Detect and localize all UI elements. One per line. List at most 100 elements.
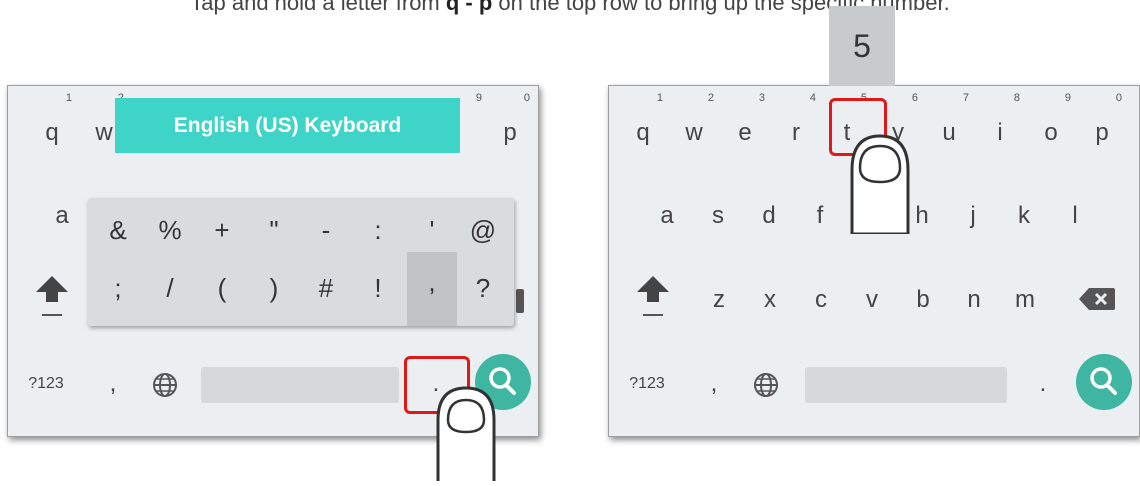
key-d[interactable]: d: [743, 186, 795, 246]
key-x[interactable]: x: [744, 270, 796, 330]
key-u-label: u: [942, 119, 956, 146]
shift-icon[interactable]: [633, 274, 673, 324]
key-i-label: i: [997, 119, 1003, 146]
key-p-label: p: [1095, 119, 1109, 146]
popup-key-close-paren[interactable]: ): [249, 258, 299, 318]
key-j-label: j: [970, 202, 976, 229]
key-e-label: e: [738, 119, 752, 146]
popup-key-semicolon[interactable]: ;: [93, 258, 143, 318]
key-m-label: m: [1015, 286, 1035, 313]
key-o[interactable]: o9: [1025, 92, 1077, 163]
key-r-hint: 4: [809, 92, 816, 104]
key-u[interactable]: u7: [923, 92, 975, 163]
instruction-caption: Tap and hold a letter from q - p on the …: [0, 0, 1140, 20]
spacebar[interactable]: [201, 367, 399, 403]
key-l-label: l: [1072, 202, 1078, 229]
key-w[interactable]: w2: [668, 92, 720, 163]
key-q[interactable]: q 1: [26, 92, 78, 163]
key-o-hint: 9: [1064, 92, 1071, 104]
key-m[interactable]: m: [999, 270, 1051, 330]
key-period-label: .: [1039, 370, 1047, 397]
key-s[interactable]: s: [692, 186, 744, 246]
key-comma-label: ,: [710, 370, 718, 397]
key-q-hint: 1: [656, 92, 663, 104]
backspace-icon[interactable]: [1077, 284, 1117, 314]
key-w-hint: 2: [707, 92, 714, 104]
key-a[interactable]: a: [36, 186, 88, 246]
popup-key-apostrophe[interactable]: ': [407, 200, 457, 260]
popup-key-comma-selected[interactable]: ,: [407, 252, 457, 326]
key-z-label: z: [713, 286, 725, 313]
key-r-label: r: [792, 119, 800, 146]
popup-key-question[interactable]: ?: [458, 258, 508, 318]
key-o-hint: 9: [475, 92, 482, 104]
key-d-label: d: [762, 202, 776, 229]
key-k[interactable]: k: [998, 186, 1050, 246]
key-p-label: p: [503, 119, 517, 146]
key-i-hint: 8: [1013, 92, 1020, 104]
key-b-label: b: [916, 286, 930, 313]
key-b[interactable]: b: [897, 270, 949, 330]
key-z[interactable]: z: [693, 270, 745, 330]
key-q-label: q: [45, 119, 59, 146]
caption-prefix: Tap and hold a letter from: [190, 0, 446, 15]
key-q-label: q: [636, 119, 650, 146]
key-p-hint: 0: [1115, 92, 1122, 104]
key-e[interactable]: e3: [719, 92, 771, 163]
finger-icon: [432, 380, 502, 481]
popup-key-hash[interactable]: #: [301, 258, 351, 318]
key-comma[interactable]: ,: [98, 354, 128, 414]
key-symbols[interactable]: ?123: [617, 354, 677, 414]
key-i[interactable]: i8: [974, 92, 1026, 163]
finger-icon: [840, 128, 920, 236]
key-v-label: v: [866, 286, 878, 313]
shift-icon[interactable]: [32, 274, 72, 324]
number-popup: 5: [829, 6, 895, 86]
key-comma-label: ,: [109, 370, 117, 397]
popup-key-slash[interactable]: /: [145, 258, 195, 318]
key-j[interactable]: j: [947, 186, 999, 246]
key-comma[interactable]: ,: [699, 354, 729, 414]
key-q[interactable]: q1: [617, 92, 669, 163]
popup-key-quote[interactable]: ": [249, 200, 299, 260]
search-button[interactable]: [1076, 354, 1132, 410]
key-p[interactable]: p0: [1076, 92, 1128, 163]
keyboard-language-banner: English (US) Keyboard: [115, 98, 460, 153]
key-f[interactable]: f: [794, 186, 846, 246]
key-c[interactable]: c: [795, 270, 847, 330]
backspace-icon[interactable]: [516, 289, 524, 313]
popup-key-colon[interactable]: :: [353, 200, 403, 260]
key-p-hint: 0: [523, 92, 530, 104]
key-x-label: x: [764, 286, 776, 313]
key-k-label: k: [1018, 202, 1030, 229]
globe-icon[interactable]: [151, 371, 179, 399]
key-w-label: w: [95, 119, 113, 146]
key-a-label: a: [55, 202, 69, 229]
key-n-label: n: [967, 286, 981, 313]
popup-key-open-paren[interactable]: (: [197, 258, 247, 318]
key-a[interactable]: a: [641, 186, 693, 246]
key-symbols[interactable]: ?123: [16, 354, 76, 414]
spacebar[interactable]: [805, 367, 1007, 403]
globe-icon[interactable]: [752, 371, 780, 399]
key-u-hint: 7: [962, 92, 969, 104]
key-period[interactable]: .: [1015, 354, 1071, 414]
search-icon: [1090, 367, 1117, 395]
key-e-hint: 3: [758, 92, 765, 104]
key-y-hint: 6: [911, 92, 918, 104]
popup-key-at[interactable]: @: [458, 200, 508, 260]
popup-key-dash[interactable]: -: [301, 200, 351, 260]
key-r[interactable]: r4: [770, 92, 822, 163]
key-p[interactable]: p 0: [484, 92, 536, 163]
key-n[interactable]: n: [948, 270, 1000, 330]
key-q-hint: 1: [65, 92, 72, 104]
key-v[interactable]: v: [846, 270, 898, 330]
popup-key-ampersand[interactable]: &: [93, 200, 143, 260]
key-l[interactable]: l: [1049, 186, 1101, 246]
symbols-popup: & % + " - : ' @ ; / ( ) # ! , ?: [88, 198, 514, 326]
popup-key-exclamation[interactable]: !: [353, 258, 403, 318]
popup-key-plus[interactable]: +: [197, 200, 247, 260]
key-w-label: w: [685, 119, 703, 146]
key-a-label: a: [660, 202, 674, 229]
popup-key-percent[interactable]: %: [145, 200, 195, 260]
